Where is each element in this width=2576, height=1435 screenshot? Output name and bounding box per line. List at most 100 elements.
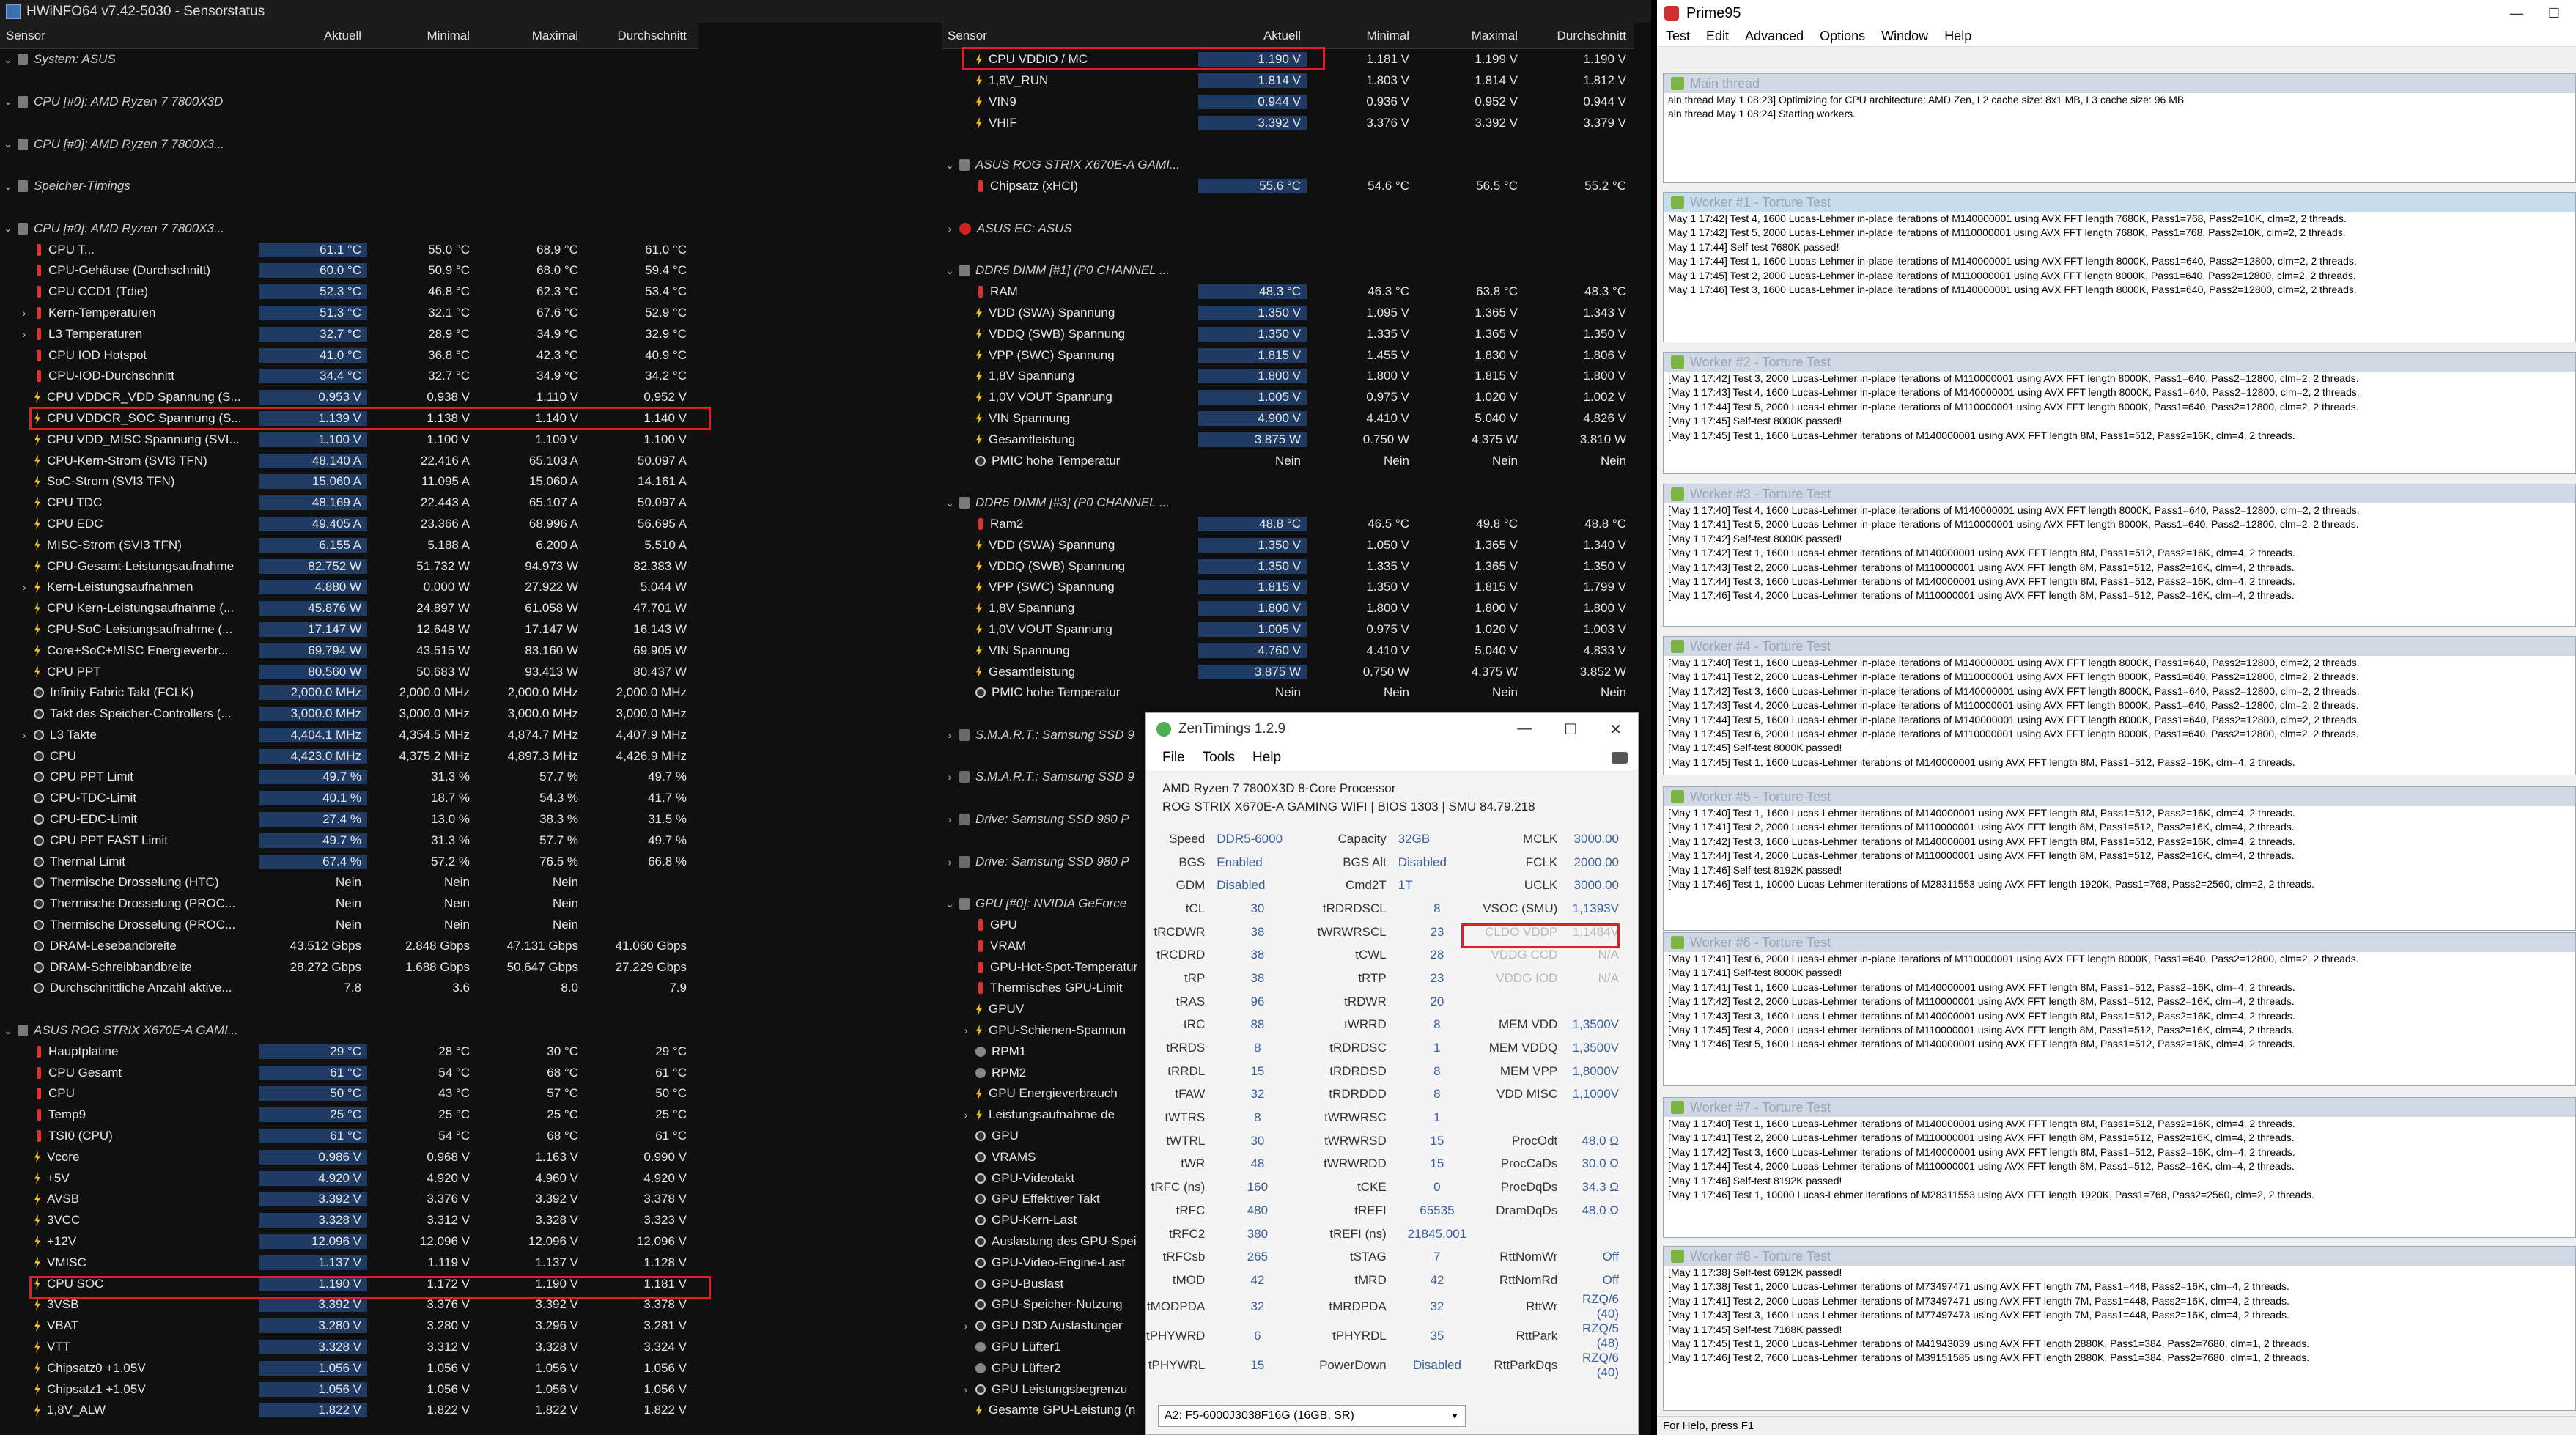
collapse-icon[interactable]: ⌄ — [0, 54, 16, 66]
expand-icon[interactable]: › — [16, 729, 32, 741]
sensor-row[interactable]: CPU VDDCR_VDD Spannung (S... 0.953 V 0.938… — [0, 387, 698, 408]
sensor-row[interactable]: Hauptplatine 29 °C 28 °C 30 °C 29 °C — [0, 1041, 698, 1062]
collapse-icon[interactable]: ⌄ — [942, 898, 958, 910]
worker-titlebar[interactable]: Worker #2 - Torture Test — [1664, 353, 2575, 372]
worker-log[interactable]: [May 1 17:40] Test 1, 1600 Lucas-Lehmer … — [1664, 806, 2575, 891]
collapse-icon[interactable]: ⌄ — [942, 497, 958, 509]
sensor-row[interactable]: Gesamtleistung 3.875 W 0.750 W 4.375 W 3.852… — [942, 661, 1634, 682]
sensor-row[interactable]: Gesamtleistung 3.875 W 0.750 W 4.375 W 3.810… — [942, 429, 1634, 450]
worker-log[interactable]: [May 1 17:40] Test 1, 1600 Lucas-Lehmer … — [1664, 1117, 2575, 1202]
minimize-icon[interactable]: — — [2510, 6, 2523, 21]
sensor-row[interactable]: CPU-Kern-Strom (SVI3 TFN) 48.140 A 22.416 … — [0, 450, 698, 471]
sensor-row[interactable]: SoC-Strom (SVI3 TFN) 15.060 A 11.095 A 15.0… — [0, 471, 698, 493]
sensor-row[interactable]: CPU-SoC-Leistungsaufnahme (... 17.147 W 12… — [0, 619, 698, 641]
worker-log[interactable]: [May 1 17:40] Test 1, 1600 Lucas-Lehmer … — [1664, 656, 2575, 770]
sensor-row[interactable]: Ram2 48.8 °C 46.5 °C 49.8 °C 48.8 °C — [942, 514, 1634, 535]
sensor-row[interactable]: VIN Spannung 4.760 V 4.410 V 5.040 V 4.833 V — [942, 640, 1634, 661]
sensor-row[interactable]: Thermische Drosselung (PROC... Nein Nein Ne… — [0, 915, 698, 936]
sensor-row[interactable]: CPU VDDCR_SOC Spannung (S... 1.139 V 1.138… — [0, 408, 698, 429]
sensor-row[interactable]: 1,8V Spannung 1.800 V 1.800 V 1.815 V 1.800 … — [942, 366, 1634, 387]
collapse-icon[interactable]: ⌄ — [0, 222, 16, 235]
expand-icon[interactable]: › — [958, 1025, 974, 1036]
sensor-row[interactable]: CPU-TDC-Limit 40.1 % 18.7 % 54.3 % 41.7 % — [0, 788, 698, 809]
sensor-group[interactable]: ⌄ ASUS ROG STRIX X670E-A GAMI... — [0, 1020, 698, 1041]
expand-icon[interactable]: › — [942, 729, 958, 741]
worker-titlebar[interactable]: Worker #8 - Torture Test — [1664, 1247, 2575, 1266]
sensor-row[interactable]: Temp9 25 °C 25 °C 25 °C 25 °C — [0, 1104, 698, 1126]
collapse-icon[interactable]: ⌄ — [0, 138, 16, 150]
sensor-row[interactable]: Thermische Drosselung (PROC... Nein Nein Ne… — [0, 893, 698, 915]
sensor-row[interactable]: Chipsatz0 +1.05V 1.056 V 1.056 V 1.056 V 1.0… — [0, 1357, 698, 1379]
sensor-group[interactable]: ⌄ CPU [#0]: AMD Ryzen 7 7800X3... — [0, 218, 698, 239]
worker-log[interactable]: [May 1 17:42] Test 3, 2000 Lucas-Lehmer … — [1664, 372, 2575, 443]
sensor-row[interactable]: CPU T... 61.1 °C 55.0 °C 68.9 °C 61.0 °C — [0, 239, 698, 260]
menu-help[interactable]: Help — [1252, 750, 1281, 766]
sensor-group[interactable]: › ASUS EC: ASUS — [942, 218, 1634, 239]
sensor-row[interactable]: +5V 4.920 V 4.920 V 4.960 V 4.920 V — [0, 1167, 698, 1189]
sensor-row[interactable]: CPU SOC 1.190 V 1.172 V 1.190 V 1.181 V — [0, 1273, 698, 1294]
sensor-row[interactable]: Core+SoC+MISC Energieverbr... 69.794 W 43.… — [0, 640, 698, 661]
sensor-row[interactable]: › L3 Temperaturen 32.7 °C 28.9 °C 34.9 °C 32.… — [0, 323, 698, 344]
sensor-row[interactable]: +12V 12.096 V 12.096 V 12.096 V 12.096 V — [0, 1231, 698, 1253]
sensor-row[interactable]: DRAM-Schreibbandbreite 28.272 Gbps 1.688 G… — [0, 956, 698, 978]
expand-icon[interactable]: › — [958, 1384, 974, 1395]
header-sensor[interactable]: Sensor — [942, 29, 1198, 43]
sensor-row[interactable]: Durchschnittliche Anzahl aktive... 7.8 3.6… — [0, 978, 698, 999]
sensor-row[interactable]: VBAT 3.280 V 3.280 V 3.296 V 3.281 V — [0, 1316, 698, 1337]
sensor-group[interactable]: ⌄ DDR5 DIMM [#3] (P0 CHANNEL ... — [942, 493, 1634, 514]
collapse-icon[interactable]: ⌄ — [0, 180, 16, 193]
sensor-row[interactable]: DRAM-Lesebandbreite 43.512 Gbps 2.848 Gbps… — [0, 935, 698, 956]
menu-file[interactable]: File — [1162, 750, 1185, 766]
sensor-row[interactable]: CPU PPT Limit 49.7 % 31.3 % 57.7 % 49.7 % — [0, 767, 698, 788]
worker-window[interactable]: Worker #6 - Torture Test [May 1 17:41] Te… — [1663, 932, 2576, 1086]
prime95-titlebar[interactable]: Prime95 — ☐ — [1657, 0, 2576, 26]
sensor-row[interactable]: 3VSB 3.392 V 3.376 V 3.392 V 3.378 V — [0, 1294, 698, 1316]
worker-window[interactable]: Worker #3 - Torture Test [May 1 17:40] Te… — [1663, 484, 2576, 627]
worker-window[interactable]: Main thread ain thread May 1 08:23] Optim… — [1663, 73, 2576, 183]
sensor-row[interactable]: VPP (SWC) Spannung 1.815 V 1.455 V 1.830 V 1… — [942, 344, 1634, 366]
sensor-row[interactable]: CPU-EDC-Limit 27.4 % 13.0 % 38.3 % 31.5 % — [0, 809, 698, 830]
worker-log[interactable]: [May 1 17:41] Test 6, 2000 Lucas-Lehmer … — [1664, 952, 2575, 1052]
sensor-row[interactable]: 3VCC 3.328 V 3.312 V 3.328 V 3.323 V — [0, 1210, 698, 1231]
sensor-group[interactable]: ⌄ ASUS ROG STRIX X670E-A GAMI... — [942, 155, 1634, 176]
sensor-row[interactable]: Vcore 0.986 V 0.968 V 1.163 V 0.990 V — [0, 1146, 698, 1167]
sensor-row[interactable]: PMIC hohe Temperatur Nein Nein Nein Nein — [942, 682, 1634, 704]
worker-titlebar[interactable]: Worker #4 - Torture Test — [1664, 637, 2575, 656]
sensor-row[interactable]: VDDQ (SWB) Spannung 1.350 V 1.335 V 1.365 V… — [942, 323, 1634, 344]
collapse-icon[interactable]: ⌄ — [942, 265, 958, 277]
sensor-row[interactable]: VIN Spannung 4.900 V 4.410 V 5.040 V 4.826 V — [942, 408, 1634, 429]
header-sensor[interactable]: Sensor — [0, 29, 259, 43]
header-col4[interactable]: Durchschnitt — [584, 29, 693, 43]
sensor-row[interactable]: › Kern-Temperaturen 51.3 °C 32.1 °C 67.6 °C 5… — [0, 303, 698, 324]
sensor-row[interactable]: VDDQ (SWB) Spannung 1.350 V 1.335 V 1.365 V… — [942, 556, 1634, 577]
sensor-row[interactable]: Chipsatz (xHCI) 55.6 °C 54.6 °C 56.5 °C 55.2… — [942, 176, 1634, 197]
sensor-row[interactable]: VMISC 1.137 V 1.119 V 1.137 V 1.128 V — [0, 1252, 698, 1273]
sensor-group[interactable]: ⌄ System: ASUS — [0, 49, 698, 70]
header-col3[interactable]: Maximal — [1415, 29, 1524, 43]
sensor-row[interactable]: VDD (SWA) Spannung 1.350 V 1.095 V 1.365 V 1… — [942, 303, 1634, 324]
menu-advanced[interactable]: Advanced — [1745, 29, 1804, 44]
menu-edit[interactable]: Edit — [1706, 29, 1729, 44]
sensor-row[interactable]: CPU PPT FAST Limit 49.7 % 31.3 % 57.7 % 49.7… — [0, 830, 698, 851]
sensor-row[interactable]: VDD (SWA) Spannung 1.350 V 1.050 V 1.365 V 1… — [942, 534, 1634, 556]
expand-icon[interactable]: › — [16, 581, 32, 593]
worker-window[interactable]: Worker #8 - Torture Test [May 1 17:38] Se… — [1663, 1246, 2576, 1411]
header-col2[interactable]: Minimal — [367, 29, 476, 43]
sensor-row[interactable]: CPU-Gehäuse (Durchschnitt) 60.0 °C 50.9 °C… — [0, 260, 698, 281]
sensor-row[interactable]: CPU Gesamt 61 °C 54 °C 68 °C 61 °C — [0, 1062, 698, 1083]
expand-icon[interactable]: › — [958, 1109, 974, 1121]
worker-titlebar[interactable]: Worker #3 - Torture Test — [1664, 484, 2575, 503]
sensor-group[interactable]: ⌄ DDR5 DIMM [#1] (P0 CHANNEL ... — [942, 260, 1634, 281]
header-col1[interactable]: Aktuell — [259, 29, 367, 43]
worker-log[interactable]: [May 1 17:40] Test 4, 1600 Lucas-Lehmer … — [1664, 503, 2575, 603]
sensor-row[interactable]: 1,8V_RUN 1.814 V 1.803 V 1.814 V 1.812 V — [942, 70, 1634, 92]
sensor-row[interactable]: RAM 48.3 °C 46.3 °C 63.8 °C 48.3 °C — [942, 281, 1634, 303]
maximize-icon[interactable]: ☐ — [2548, 6, 2560, 21]
close-icon[interactable]: ✕ — [1609, 720, 1622, 739]
worker-titlebar[interactable]: Worker #5 - Torture Test — [1664, 787, 2575, 806]
sensor-row[interactable]: MISC-Strom (SVI3 TFN) 6.155 A 5.188 A 6.200… — [0, 534, 698, 556]
sensor-row[interactable]: VHIF 3.392 V 3.376 V 3.392 V 3.379 V — [942, 112, 1634, 133]
sensor-row[interactable]: 1,8V Spannung 1.800 V 1.800 V 1.800 V 1.800 … — [942, 598, 1634, 619]
worker-window[interactable]: Worker #7 - Torture Test [May 1 17:40] Te… — [1663, 1097, 2576, 1238]
sensor-row[interactable]: AVSB 3.392 V 3.376 V 3.392 V 3.378 V — [0, 1189, 698, 1210]
